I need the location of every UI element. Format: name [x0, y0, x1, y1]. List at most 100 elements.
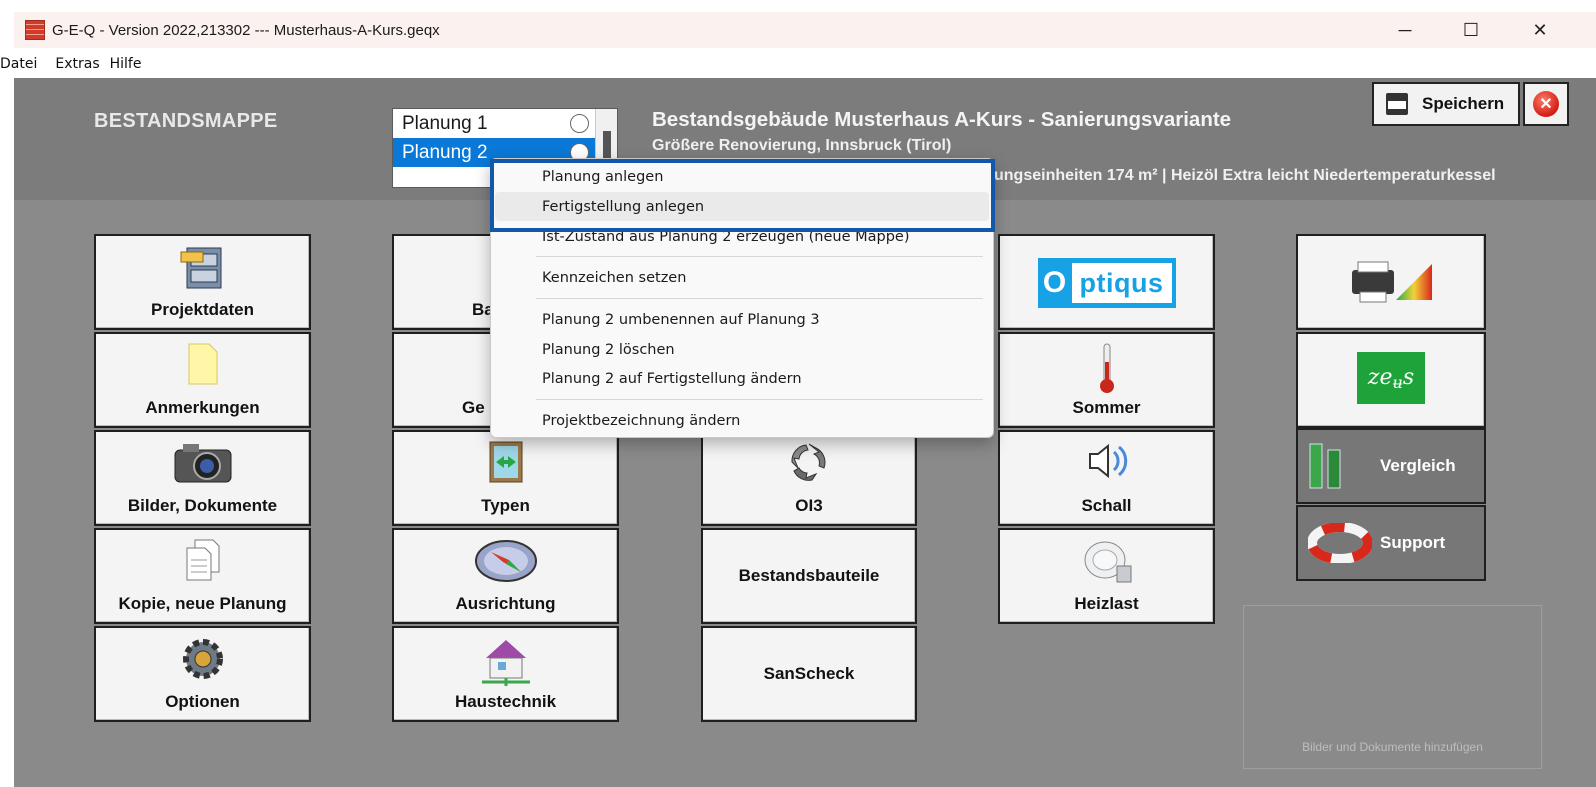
floppy-disk-icon: [1386, 93, 1408, 115]
window-title: G-E-Q - Version 2022,213302 --- Musterha…: [52, 21, 440, 39]
tile-haustechnik[interactable]: Haustechnik: [392, 626, 619, 722]
menu-extras[interactable]: Extras: [55, 56, 109, 72]
minimize-icon: ─: [1398, 19, 1412, 40]
menu-separator: [536, 399, 983, 400]
minimize-button[interactable]: ─: [1382, 12, 1428, 48]
zeus-logo: zeʉs: [1357, 352, 1425, 404]
maximize-icon: ☐: [1462, 19, 1480, 40]
tile-label: Schall: [1081, 496, 1132, 515]
menu-item-ist-zustand-erzeugen[interactable]: Ist-Zustand aus Planung 2 erzeugen (neue…: [495, 222, 989, 251]
menu-item-label: Planung anlegen: [542, 168, 664, 185]
window-type-icon: [489, 441, 522, 483]
menu-item-label: Planung 2 umbenennen auf Planung 3: [542, 311, 820, 328]
close-project-button[interactable]: ✕: [1523, 82, 1569, 126]
menu-datei[interactable]: Datei: [0, 56, 47, 72]
menu-hilfe[interactable]: Hilfe: [110, 56, 152, 72]
menu-item-label: Fertigstellung anlegen: [542, 198, 705, 215]
compass-icon: [474, 540, 537, 582]
dropzone-hint: Bilder und Dokumente hinzufügen: [1302, 740, 1483, 754]
project-title: Bestandsgebäude Musterhaus A-Kurs - Sani…: [652, 108, 1232, 131]
copy-documents-icon: [186, 539, 219, 581]
printer-energy-icon: [1352, 261, 1432, 303]
documents-dropzone[interactable]: Bilder und Dokumente hinzufügen: [1243, 605, 1542, 769]
tile-kopie-neue-planung[interactable]: Kopie, neue Planung: [94, 528, 311, 624]
menu-item-label: Projektbezeichnung ändern: [542, 412, 741, 429]
gear-icon: [182, 639, 223, 679]
close-window-button[interactable]: ✕: [1517, 12, 1563, 48]
plan-item-label: Planung 2: [402, 141, 488, 163]
tile-label: SanScheck: [763, 664, 855, 683]
plan-context-menu: Planung anlegen Fertigstellung anlegen I…: [490, 158, 994, 438]
tile-label: Optionen: [165, 692, 240, 711]
project-info: ungseinheiten 174 m² | Heizöl Extra leic…: [994, 167, 1496, 184]
app-icon: [25, 20, 45, 40]
tile-ausrichtung[interactable]: Ausrichtung: [392, 528, 619, 624]
lifebuoy-icon: [1308, 523, 1372, 563]
tile-label: OI3: [795, 496, 823, 515]
optiqus-logo-o: O: [1041, 263, 1068, 303]
tile-heizlast[interactable]: Heizlast: [998, 528, 1215, 624]
vergleich-button[interactable]: Vergleich: [1296, 428, 1486, 504]
optiqus-logo-text: ptiqus: [1071, 263, 1172, 303]
menu-item-planung-anlegen[interactable]: Planung anlegen: [495, 162, 989, 191]
tile-sanscheck[interactable]: SanScheck: [701, 626, 917, 722]
menu-item-label: Ist-Zustand aus Planung 2 erzeugen (neue…: [542, 228, 910, 245]
tile-oi3[interactable]: OI3: [701, 430, 917, 526]
menu-item-loeschen[interactable]: Planung 2 löschen: [495, 335, 989, 364]
close-circle-icon: ✕: [1533, 91, 1559, 117]
tile-label: Anmerkungen: [145, 398, 260, 417]
tile-bestandsbauteile[interactable]: Bestandsbauteile: [701, 528, 917, 624]
file-cabinet-icon: [180, 247, 221, 289]
tile-label: Sommer: [1072, 398, 1141, 417]
house-tech-icon: [481, 640, 530, 686]
speaker-icon: [1088, 443, 1127, 479]
tile-optiqus[interactable]: O ptiqus: [998, 234, 1215, 330]
vergleich-label: Vergleich: [1380, 456, 1456, 475]
tile-zeus[interactable]: zeʉs: [1296, 332, 1486, 428]
thermostat-valve-icon: [1084, 541, 1131, 583]
menu-item-label: Planung 2 auf Fertigstellung ändern: [542, 370, 802, 387]
plan-item-1[interactable]: Planung 1: [393, 109, 617, 138]
tile-label: Typen: [481, 496, 530, 515]
menu-item-label: Kennzeichen setzen: [542, 269, 687, 286]
menu-separator: [536, 298, 983, 299]
tile-label: Ausrichtung: [455, 594, 556, 613]
zeus-logo-text: zeʉs: [1367, 364, 1415, 392]
tile-bilder-dokumente[interactable]: Bilder, Dokumente: [94, 430, 311, 526]
tile-label: Bestandsbauteile: [738, 566, 880, 585]
plan-item-label: Planung 1: [402, 112, 488, 134]
tile-label: Bilder, Dokumente: [127, 496, 278, 515]
menu-item-projektbezeichnung-aendern[interactable]: Projektbezeichnung ändern: [495, 406, 989, 435]
project-subtitle: Größere Renovierung, Innsbruck (Tirol): [652, 137, 952, 154]
menu-separator: [536, 256, 983, 257]
tile-label: Kopie, neue Planung: [118, 594, 287, 613]
optiqus-logo: O ptiqus: [1037, 258, 1176, 308]
title-bar: G-E-Q - Version 2022,213302 --- Musterha…: [14, 12, 1596, 48]
tile-sommer[interactable]: Sommer: [998, 332, 1215, 428]
menu-item-kennzeichen-setzen[interactable]: Kennzeichen setzen: [495, 263, 989, 292]
maximize-button[interactable]: ☐: [1448, 12, 1494, 48]
tile-schall[interactable]: Schall: [998, 430, 1215, 526]
support-label: Support: [1380, 533, 1446, 552]
menu-item-umbenennen[interactable]: Planung 2 umbenennen auf Planung 3: [495, 305, 989, 334]
recycle-icon: [791, 443, 826, 481]
camera-icon: [174, 444, 231, 483]
save-button[interactable]: Speichern: [1372, 82, 1520, 126]
note-icon: [188, 343, 217, 385]
tile-energieausweis-druck[interactable]: [1296, 234, 1486, 330]
menu-item-fertigstellung-anlegen[interactable]: Fertigstellung anlegen: [495, 192, 989, 221]
menu-item-label: Planung 2 löschen: [542, 341, 675, 358]
support-button[interactable]: Support: [1296, 505, 1486, 581]
save-label: Speichern: [1422, 94, 1505, 113]
plan-radio[interactable]: [570, 114, 589, 133]
menu-bar: Datei Extras Hilfe: [0, 49, 1596, 78]
section-title: BESTANDSMAPPE: [94, 110, 278, 132]
tile-optionen[interactable]: Optionen: [94, 626, 311, 722]
tile-typen[interactable]: Typen: [392, 430, 619, 526]
thermometer-icon: [1099, 343, 1114, 393]
tile-label: Heizlast: [1074, 594, 1139, 613]
tile-projektdaten[interactable]: Projektdaten: [94, 234, 311, 330]
tile-anmerkungen[interactable]: Anmerkungen: [94, 332, 311, 428]
tile-label: Haustechnik: [454, 692, 557, 711]
menu-item-auf-fertigstellung-aendern[interactable]: Planung 2 auf Fertigstellung ändern: [495, 364, 989, 393]
